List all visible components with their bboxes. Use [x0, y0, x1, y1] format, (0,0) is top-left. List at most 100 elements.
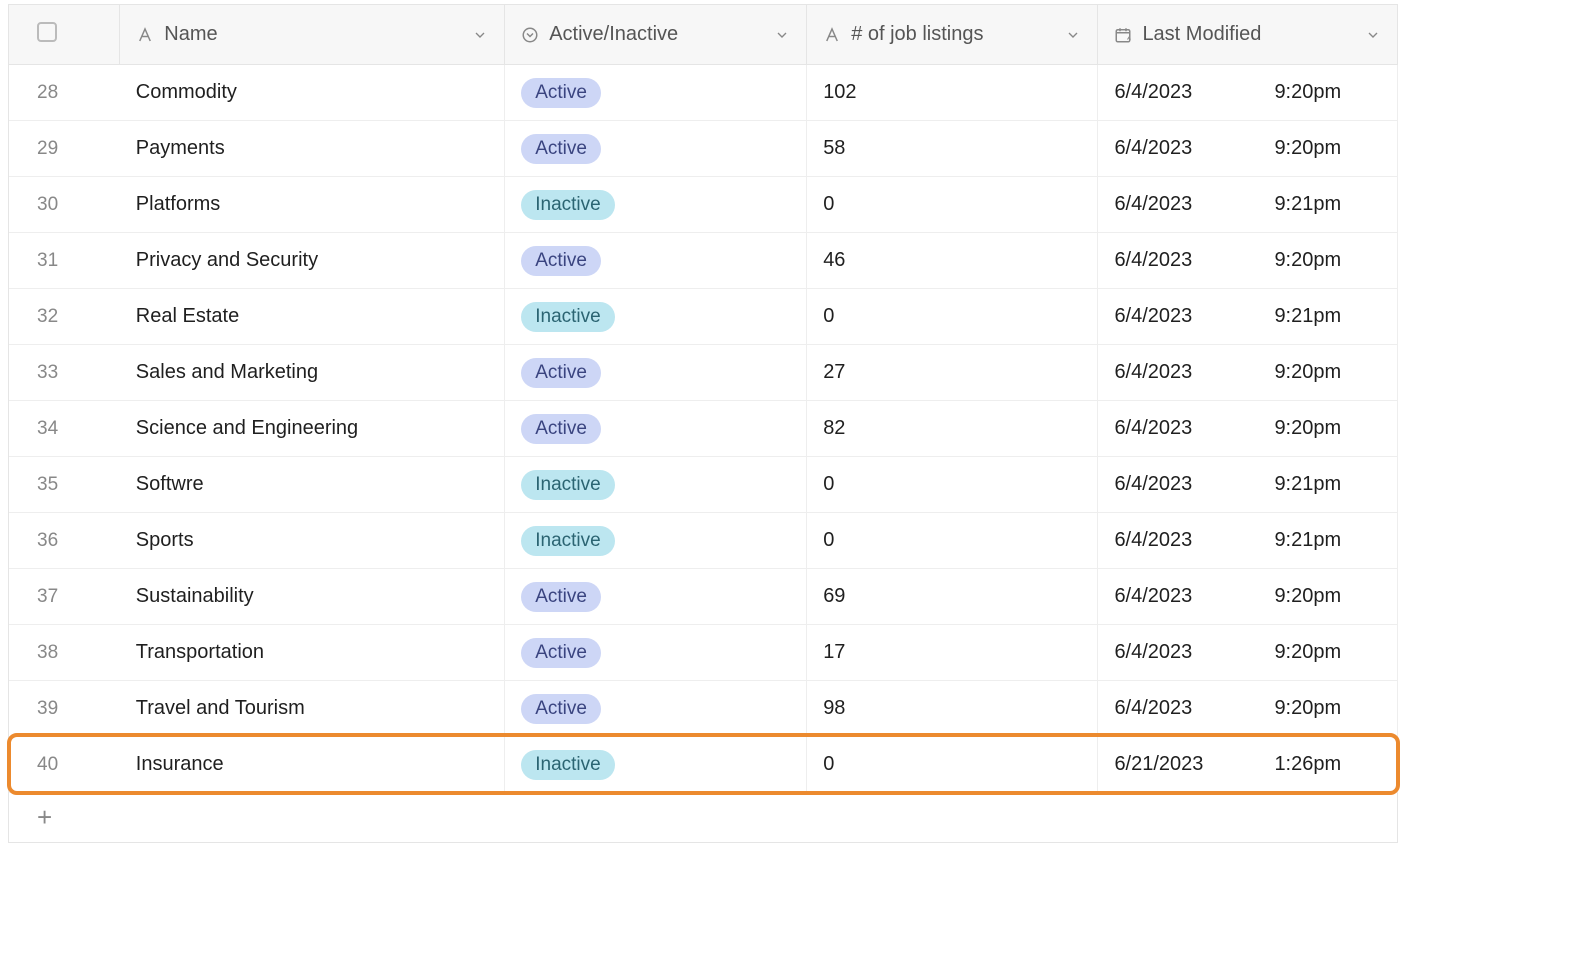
header-jobs-label: # of job listings [851, 23, 983, 46]
cell-modified[interactable]: 6/4/20239:20pm [1098, 681, 1398, 737]
cell-jobs[interactable]: 0 [807, 177, 1098, 233]
row-number[interactable]: 30 [9, 177, 120, 233]
cell-status[interactable]: Active [505, 121, 807, 177]
table-row[interactable]: 34Science and EngineeringActive826/4/202… [9, 401, 1398, 457]
cell-modified[interactable]: 6/4/20239:20pm [1098, 121, 1398, 177]
cell-status[interactable]: Active [505, 65, 807, 121]
cell-jobs[interactable]: 82 [807, 401, 1098, 457]
chevron-down-icon[interactable] [472, 27, 488, 43]
cell-jobs[interactable]: 0 [807, 513, 1098, 569]
cell-name[interactable]: Commodity [120, 65, 505, 121]
cell-name[interactable]: Transportation [120, 625, 505, 681]
cell-modified[interactable]: 6/4/20239:20pm [1098, 625, 1398, 681]
cell-status[interactable]: Active [505, 569, 807, 625]
modified-time: 9:20pm [1274, 641, 1341, 664]
row-number[interactable]: 32 [9, 289, 120, 345]
cell-status[interactable]: Inactive [505, 737, 807, 793]
modified-date: 6/4/2023 [1114, 193, 1214, 216]
chevron-down-icon[interactable] [1365, 27, 1381, 43]
cell-modified[interactable]: 6/4/20239:20pm [1098, 569, 1398, 625]
table-row[interactable]: 30PlatformsInactive06/4/20239:21pm [9, 177, 1398, 233]
cell-jobs[interactable]: 102 [807, 65, 1098, 121]
cell-status[interactable]: Active [505, 233, 807, 289]
cell-name[interactable]: Insurance [120, 737, 505, 793]
header-status[interactable]: Active/Inactive [505, 5, 807, 65]
cell-name[interactable]: Payments [120, 121, 505, 177]
cell-jobs[interactable]: 98 [807, 681, 1098, 737]
row-number[interactable]: 28 [9, 65, 120, 121]
cell-name[interactable]: Travel and Tourism [120, 681, 505, 737]
cell-name[interactable]: Sports [120, 513, 505, 569]
header-jobs[interactable]: # of job listings [807, 5, 1098, 65]
cell-jobs[interactable]: 58 [807, 121, 1098, 177]
chevron-down-icon[interactable] [774, 27, 790, 43]
table-row[interactable]: 29PaymentsActive586/4/20239:20pm [9, 121, 1398, 177]
row-number[interactable]: 31 [9, 233, 120, 289]
cell-modified[interactable]: 6/4/20239:20pm [1098, 345, 1398, 401]
header-name[interactable]: Name [120, 5, 505, 65]
cell-name[interactable]: Sales and Marketing [120, 345, 505, 401]
row-number[interactable]: 39 [9, 681, 120, 737]
plus-icon[interactable]: + [37, 802, 52, 832]
cell-jobs[interactable]: 17 [807, 625, 1098, 681]
cell-modified[interactable]: 6/21/20231:26pm [1098, 737, 1398, 793]
add-row[interactable]: + [9, 793, 1398, 843]
cell-jobs[interactable]: 69 [807, 569, 1098, 625]
cell-modified[interactable]: 6/4/20239:20pm [1098, 65, 1398, 121]
table-row[interactable]: 37SustainabilityActive696/4/20239:20pm [9, 569, 1398, 625]
cell-modified[interactable]: 6/4/20239:21pm [1098, 289, 1398, 345]
status-badge: Inactive [521, 302, 614, 332]
cell-status[interactable]: Active [505, 401, 807, 457]
modified-time: 9:20pm [1274, 697, 1341, 720]
select-all-checkbox[interactable] [37, 22, 57, 42]
cell-name[interactable]: Sustainability [120, 569, 505, 625]
table-row[interactable]: 40InsuranceInactive06/21/20231:26pm [9, 737, 1398, 793]
cell-status[interactable]: Active [505, 625, 807, 681]
cell-name[interactable]: Real Estate [120, 289, 505, 345]
table-row[interactable]: 39Travel and Tourism Active 986/4/20239:20… [9, 681, 1398, 737]
header-checkbox-cell[interactable] [9, 5, 120, 65]
row-number[interactable]: 29 [9, 121, 120, 177]
cell-name[interactable]: Platforms [120, 177, 505, 233]
cell-jobs[interactable]: 0 [807, 457, 1098, 513]
table-row[interactable]: 28CommodityActive1026/4/20239:20pm [9, 65, 1398, 121]
cell-name[interactable]: Softwre [120, 457, 505, 513]
cell-modified[interactable]: 6/4/20239:21pm [1098, 177, 1398, 233]
status-badge: Active [521, 694, 601, 724]
header-modified[interactable]: Last Modified [1098, 5, 1398, 65]
table-row[interactable]: 36SportsInactive06/4/20239:21pm [9, 513, 1398, 569]
cell-status[interactable]: Inactive [505, 457, 807, 513]
cell-status[interactable]: Inactive [505, 513, 807, 569]
row-number[interactable]: 36 [9, 513, 120, 569]
cell-jobs[interactable]: 46 [807, 233, 1098, 289]
table-row[interactable]: 32Real Estate Inactive 06/4/20239:21pm [9, 289, 1398, 345]
cell-status[interactable]: Inactive [505, 289, 807, 345]
table-row[interactable]: 35SoftwreInactive06/4/20239:21pm [9, 457, 1398, 513]
row-number[interactable]: 35 [9, 457, 120, 513]
table-row[interactable]: 33Sales and MarketingActive276/4/20239:2… [9, 345, 1398, 401]
table-row[interactable]: 31Privacy and SecurityActive466/4/20239:… [9, 233, 1398, 289]
cell-status[interactable]: Inactive [505, 177, 807, 233]
row-number[interactable]: 34 [9, 401, 120, 457]
cell-status[interactable]: Active [505, 681, 807, 737]
cell-modified[interactable]: 6/4/20239:20pm [1098, 401, 1398, 457]
cell-jobs[interactable]: 0 [807, 289, 1098, 345]
cell-jobs[interactable]: 27 [807, 345, 1098, 401]
chevron-down-icon[interactable] [1065, 27, 1081, 43]
row-number[interactable]: 33 [9, 345, 120, 401]
row-number[interactable]: 37 [9, 569, 120, 625]
row-number[interactable]: 40 [9, 737, 120, 793]
cell-status[interactable]: Active [505, 345, 807, 401]
modified-date: 6/4/2023 [1114, 473, 1214, 496]
cell-modified[interactable]: 6/4/20239:21pm [1098, 457, 1398, 513]
modified-time: 9:21pm [1274, 529, 1341, 552]
cell-modified[interactable]: 6/4/20239:21pm [1098, 513, 1398, 569]
table-row[interactable]: 38TransportationActive176/4/20239:20pm [9, 625, 1398, 681]
row-number[interactable]: 38 [9, 625, 120, 681]
cell-name[interactable]: Privacy and Security [120, 233, 505, 289]
modified-date: 6/4/2023 [1114, 249, 1214, 272]
cell-jobs[interactable]: 0 [807, 737, 1098, 793]
cell-modified[interactable]: 6/4/20239:20pm [1098, 233, 1398, 289]
cell-name[interactable]: Science and Engineering [120, 401, 505, 457]
modified-time: 9:20pm [1274, 361, 1341, 384]
